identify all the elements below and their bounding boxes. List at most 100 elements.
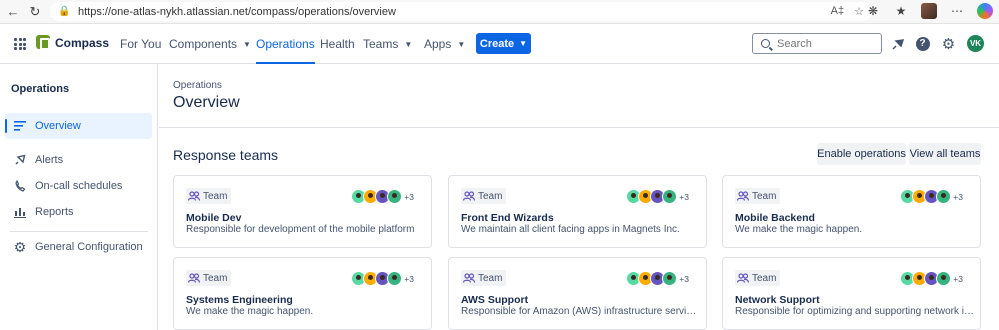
product-name[interactable]: Compass (55, 36, 109, 50)
nav-health[interactable]: Health (320, 24, 355, 64)
member-avatars[interactable]: +3 (626, 271, 689, 286)
team-description: We maintain all client facing apps in Ma… (461, 224, 680, 235)
extensions-icon[interactable]: ❋ (865, 3, 881, 19)
team-tag: Team (186, 188, 232, 204)
chevron-down-icon: ▼ (404, 39, 413, 49)
member-avatars[interactable]: +3 (900, 189, 963, 204)
chevron-down-icon: ▼ (457, 39, 466, 49)
enable-operations-button[interactable]: Enable operations (817, 143, 906, 165)
team-name[interactable]: Mobile Dev (186, 212, 241, 224)
sidebar-item-label: On-call schedules (35, 180, 123, 192)
people-icon (737, 191, 749, 201)
sidebar: Operations Overview Alerts On-call sched… (0, 64, 158, 330)
sidebar-item-alerts[interactable]: Alerts (5, 147, 152, 173)
member-avatars[interactable]: +3 (351, 271, 414, 286)
team-card[interactable]: Team +3 Systems Engineering We make the … (173, 257, 432, 330)
notifications-icon[interactable] (890, 36, 905, 51)
team-card[interactable]: Team +3 Mobile Dev Responsible for devel… (173, 175, 432, 248)
team-card[interactable]: Team +3 Mobile Backend We make the magic… (722, 175, 981, 248)
back-icon[interactable]: ← (4, 3, 22, 21)
team-description: Responsible for Amazon (AWS) infrastruct… (461, 306, 701, 317)
url-text: https://one-atlas-nykh.atlassian.net/com… (78, 5, 396, 18)
user-avatar[interactable]: VK (967, 35, 984, 52)
more-menu-icon[interactable]: ⋯ (949, 3, 965, 19)
header-divider (159, 127, 999, 128)
nav-apps[interactable]: Apps ▼ (424, 24, 465, 64)
more-members-count: +3 (953, 191, 963, 202)
compass-logo-icon[interactable] (36, 35, 50, 50)
sidebar-item-label: General Configuration (35, 241, 143, 253)
chevron-down-icon: ▼ (243, 39, 251, 49)
sidebar-item-on-call-schedules[interactable]: On-call schedules (5, 173, 152, 199)
team-description: Responsible for development of the mobil… (186, 224, 415, 235)
member-avatars[interactable]: +3 (626, 189, 689, 204)
search-input[interactable] (777, 37, 877, 50)
people-icon (188, 273, 200, 283)
team-name[interactable]: Network Support (735, 294, 820, 306)
team-tag: Team (186, 270, 232, 286)
avatar (387, 189, 403, 204)
more-members-count: +3 (953, 273, 963, 284)
help-icon[interactable]: ? (915, 36, 930, 51)
avatar (662, 189, 678, 204)
chevron-down-icon: ▼ (519, 39, 528, 48)
team-card[interactable]: Team +3 AWS Support Responsible for Amaz… (448, 257, 707, 330)
team-name[interactable]: Mobile Backend (735, 212, 815, 224)
read-aloud-icon[interactable]: A‡ (831, 5, 844, 18)
create-button[interactable]: Create ▼ (476, 33, 531, 54)
reload-icon[interactable]: ↻ (26, 3, 44, 21)
copilot-icon[interactable] (977, 3, 993, 19)
member-avatars[interactable]: +3 (900, 271, 963, 286)
megaphone-icon (13, 153, 27, 167)
nav-teams[interactable]: Teams ▼ (363, 24, 412, 64)
team-name[interactable]: Front End Wizards (461, 212, 554, 224)
team-card[interactable]: Team +3 Network Support Responsible for … (722, 257, 981, 330)
address-bar[interactable]: 🔒 https://one-atlas-nykh.atlassian.net/c… (50, 2, 872, 21)
settings-gear-icon[interactable]: ⚙ (941, 36, 956, 53)
more-members-count: +3 (679, 273, 689, 284)
page-title: Overview (173, 94, 240, 111)
team-tag: Team (461, 270, 507, 286)
bar-chart-icon (13, 205, 27, 219)
profile-icon[interactable] (921, 3, 937, 19)
search-box[interactable] (752, 33, 882, 54)
favorites-icon[interactable]: ★ (893, 3, 909, 19)
favorite-star-icon[interactable]: ☆ (854, 5, 864, 18)
people-icon (463, 191, 475, 201)
breadcrumb[interactable]: Operations (173, 80, 222, 91)
nav-components[interactable]: Components ▼ (169, 24, 251, 64)
team-description: We make the magic happen. (735, 224, 863, 235)
section-title: Response teams (173, 147, 279, 163)
app-header: Compass For You Components ▼ Operations H… (0, 24, 999, 64)
nav-operations[interactable]: Operations (256, 24, 315, 64)
gear-icon: ⚙ (13, 238, 27, 255)
people-icon (463, 273, 475, 283)
lock-icon: 🔒 (58, 6, 71, 17)
sidebar-item-general-configuration[interactable]: ⚙ General Configuration (5, 234, 152, 260)
phone-icon (13, 179, 27, 193)
app-switcher-icon[interactable] (14, 38, 26, 50)
more-members-count: +3 (679, 191, 689, 202)
sidebar-item-reports[interactable]: Reports (5, 199, 152, 225)
more-members-count: +3 (404, 273, 414, 284)
sidebar-item-overview[interactable]: Overview (5, 113, 152, 139)
more-members-count: +3 (404, 191, 414, 202)
team-card[interactable]: Team +3 Front End Wizards We maintain al… (448, 175, 707, 248)
sidebar-item-label: Reports (35, 206, 74, 218)
team-description: We make the magic happen. (186, 306, 314, 317)
member-avatars[interactable]: +3 (351, 189, 414, 204)
nav-for-you[interactable]: For You (120, 24, 161, 64)
team-name[interactable]: Systems Engineering (186, 294, 293, 306)
avatar (387, 271, 403, 286)
team-name[interactable]: AWS Support (461, 294, 528, 306)
people-icon (188, 191, 200, 201)
view-all-teams-button[interactable]: View all teams (909, 143, 981, 165)
sidebar-item-label: Alerts (35, 154, 64, 166)
avatar (936, 271, 952, 286)
sidebar-divider (10, 231, 148, 232)
team-tag: Team (735, 188, 781, 204)
list-icon (13, 119, 27, 133)
sidebar-title: Operations (11, 83, 70, 95)
browser-toolbar: ← ↻ 🔒 https://one-atlas-nykh.atlassian.n… (0, 0, 999, 24)
avatar (936, 189, 952, 204)
